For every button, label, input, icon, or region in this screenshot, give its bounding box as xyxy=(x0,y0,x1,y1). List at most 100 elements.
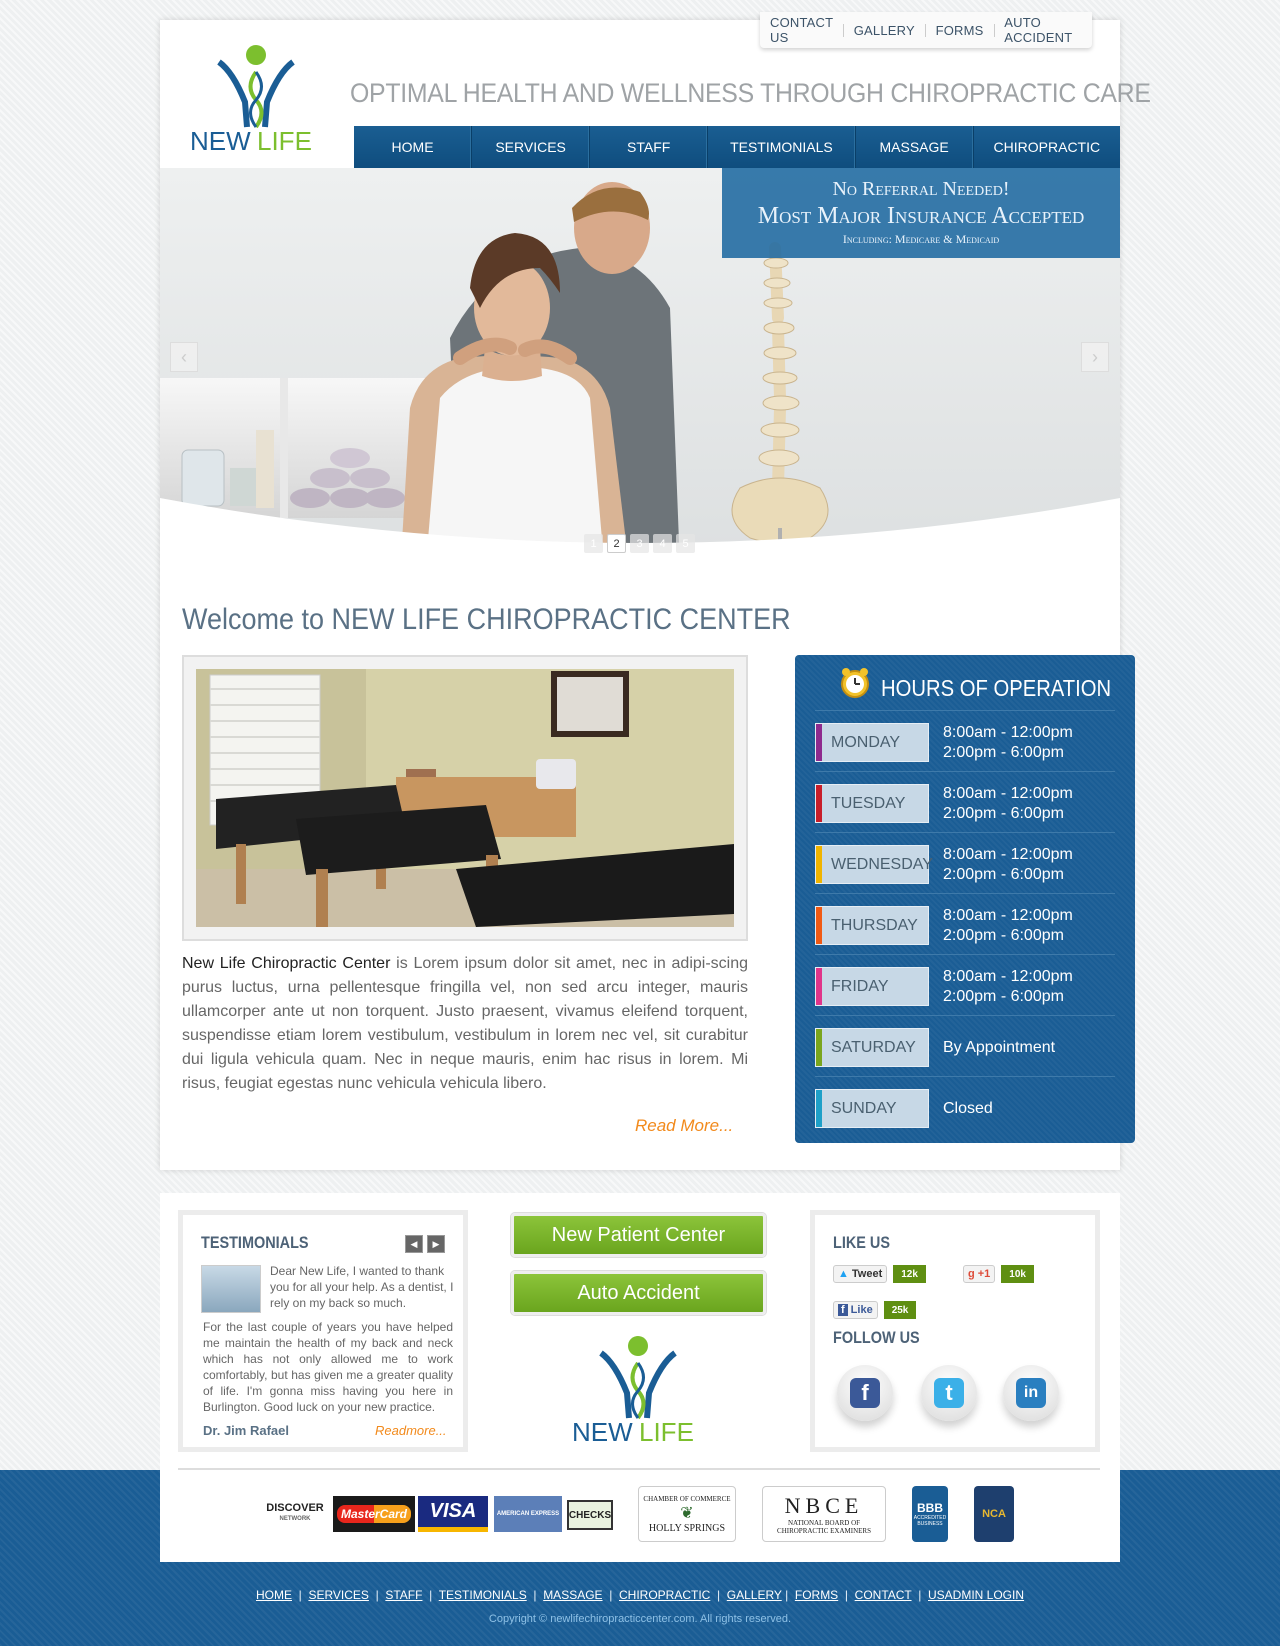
facebook-icon: f xyxy=(850,1378,880,1408)
slider-dot[interactable]: 1 xyxy=(584,534,603,553)
amex-card: AMERICAN EXPRESS xyxy=(494,1496,562,1532)
read-more-link[interactable]: Read More... xyxy=(635,1116,733,1136)
mastercard-card: MasterCard xyxy=(333,1496,415,1532)
office-photo xyxy=(196,669,734,927)
slider-prev-button[interactable]: ‹ xyxy=(170,342,198,372)
holly-springs-label: HOLLY SPRINGS xyxy=(648,1522,726,1534)
footer-link-home[interactable]: HOME xyxy=(256,1588,292,1602)
discover-label: DISCOVER xyxy=(266,1502,324,1514)
hours-row-wednesday: WEDNESDAY 8:00am - 12:00pm 2:00pm - 6:00p… xyxy=(815,832,1115,893)
top-link-auto-accident[interactable]: AUTO ACCIDENT xyxy=(994,15,1092,45)
checks-label: CHECKS xyxy=(568,1509,612,1521)
slider-next-button[interactable]: › xyxy=(1081,342,1109,372)
logo-word-life: LIFE xyxy=(639,1417,694,1447)
day-name: SATURDAY xyxy=(831,1038,916,1056)
day-label: MONDAY xyxy=(815,723,929,762)
day-label: THURSDAY xyxy=(815,906,929,945)
testimonial-prev-button[interactable]: ◀ xyxy=(405,1235,423,1253)
day-hours: 8:00am - 12:00pm 2:00pm - 6:00pm xyxy=(943,906,1073,946)
facebook-follow-button[interactable]: f xyxy=(837,1365,893,1421)
bbb-sub: ACCREDITED BUSINESS xyxy=(913,1515,947,1527)
slider-dot[interactable]: 3 xyxy=(630,534,649,553)
twitter-follow-button[interactable]: t xyxy=(921,1365,977,1421)
hours-afternoon: 2:00pm - 6:00pm xyxy=(943,744,1064,761)
footer-link-gallery[interactable]: GALLERY xyxy=(727,1588,782,1602)
hours-afternoon: 2:00pm - 6:00pm xyxy=(943,988,1064,1005)
nca-label: NCA xyxy=(982,1508,1006,1520)
linkedin-icon: in xyxy=(1016,1378,1046,1408)
twitter-bird-icon: ▲ xyxy=(838,1268,849,1280)
chamber-label: CHAMBER OF COMMERCE xyxy=(643,1494,731,1503)
day-hours: Closed xyxy=(943,1100,993,1117)
tweet-label: Tweet xyxy=(851,1268,883,1280)
tweet-count: 12k xyxy=(893,1265,926,1283)
google-icon: g xyxy=(968,1268,975,1280)
welcome-title: Welcome to NEW LIFE CHIROPRACTIC CENTER xyxy=(182,603,791,636)
top-link-forms[interactable]: FORMS xyxy=(926,23,994,38)
gplus-widget[interactable]: g +1 10k xyxy=(963,1265,1034,1283)
day-color-bar xyxy=(816,968,822,1005)
gplus-button[interactable]: g +1 xyxy=(963,1265,996,1283)
slider-dot[interactable]: 4 xyxy=(653,534,672,553)
day-label: SATURDAY xyxy=(815,1028,929,1067)
like-widget[interactable]: f Like 25k xyxy=(833,1301,917,1319)
footer-link-forms[interactable]: FORMS xyxy=(795,1588,838,1602)
tweet-widget[interactable]: ▲ Tweet 12k xyxy=(833,1265,926,1283)
hours-afternoon: 2:00pm - 6:00pm xyxy=(943,805,1064,822)
day-hours: By Appointment xyxy=(943,1039,1056,1056)
day-color-bar xyxy=(816,907,822,944)
hours-morning: 8:00am - 12:00pm xyxy=(943,846,1073,863)
hours-row-saturday: SATURDAY By Appointment xyxy=(815,1015,1115,1076)
site-logo[interactable]: NEW LIFE xyxy=(185,42,325,157)
nav-services[interactable]: SERVICES xyxy=(472,126,591,168)
hours-title: HOURS OF OPERATION xyxy=(881,675,1112,701)
nav-home[interactable]: HOME xyxy=(354,126,473,168)
slider-dot[interactable]: 5 xyxy=(676,534,695,553)
day-color-bar xyxy=(816,1029,822,1066)
bbb-label: BBB xyxy=(917,1501,943,1515)
like-button[interactable]: f Like xyxy=(833,1301,878,1319)
hours-row-friday: FRIDAY 8:00am - 12:00pm 2:00pm - 6:00pm xyxy=(815,954,1115,1015)
footer-link-testimonials[interactable]: TESTIMONIALS xyxy=(439,1588,527,1602)
tweet-button[interactable]: ▲ Tweet xyxy=(833,1265,888,1283)
nav-chiropractic[interactable]: CHIROPRACTIC xyxy=(974,126,1120,168)
footer-link-staff[interactable]: STAFF xyxy=(385,1588,422,1602)
day-color-bar xyxy=(816,846,822,883)
new-patient-center-button[interactable]: New Patient Center xyxy=(511,1213,766,1257)
top-link-gallery[interactable]: GALLERY xyxy=(844,23,925,38)
top-link-contact-us[interactable]: CONTACT US xyxy=(760,15,843,45)
footer-link-usadmin-login[interactable]: USADMIN LOGIN xyxy=(928,1588,1024,1602)
linkedin-follow-button[interactable]: in xyxy=(1003,1365,1059,1421)
nbce-label: NBCE xyxy=(784,1493,864,1518)
nav-massage[interactable]: MASSAGE xyxy=(856,126,974,168)
testimonials-title: TESTIMONIALS xyxy=(201,1233,309,1252)
day-name: SUNDAY xyxy=(831,1099,897,1117)
slider-dot-active[interactable]: 2 xyxy=(607,534,626,553)
auto-accident-button[interactable]: Auto Accident xyxy=(511,1271,766,1315)
footer-logo: NEW LIFE xyxy=(567,1333,707,1448)
hours-row-tuesday: TUESDAY 8:00am - 12:00pm 2:00pm - 6:00pm xyxy=(815,771,1115,832)
hours-morning: 8:00am - 12:00pm xyxy=(943,968,1073,985)
footer-link-massage[interactable]: MASSAGE xyxy=(543,1588,602,1602)
testimonial-readmore-link[interactable]: Readmore... xyxy=(375,1423,447,1438)
site-tagline: OPTIMAL HEALTH AND WELLNESS THROUGH CHIR… xyxy=(350,78,1151,108)
like-us-title: LIKE US xyxy=(833,1233,891,1252)
intro-paragraph: New Life Chiropractic Center is Lorem ip… xyxy=(182,952,748,1096)
logo-figure-icon: NEW LIFE xyxy=(572,1336,694,1447)
testimonial-avatar xyxy=(201,1265,261,1313)
banner-line-3: Including: Medicare & Medicaid xyxy=(842,232,1000,246)
hours-morning: 8:00am - 12:00pm xyxy=(943,724,1073,741)
footer-nav: HOME | SERVICES | STAFF | TESTIMONIALS |… xyxy=(255,1588,1025,1602)
social-box: LIKE US ▲ Tweet 12k g +1 10k f Like 25k FOL… xyxy=(810,1210,1100,1452)
office-photo-frame xyxy=(182,655,748,941)
footer-link-chiropractic[interactable]: CHIROPRACTIC xyxy=(619,1588,710,1602)
nav-staff[interactable]: STAFF xyxy=(590,126,709,168)
hours-morning: 8:00am - 12:00pm xyxy=(943,785,1073,802)
hours-row-thursday: THURSDAY 8:00am - 12:00pm 2:00pm - 6:00pm xyxy=(815,893,1115,954)
day-name: THURSDAY xyxy=(831,916,918,934)
footer-link-contact[interactable]: CONTACT xyxy=(855,1588,912,1602)
footer-link-services[interactable]: SERVICES xyxy=(308,1588,368,1602)
testimonial-next-button[interactable]: ▶ xyxy=(427,1235,445,1253)
nav-testimonials[interactable]: TESTIMONIALS xyxy=(708,126,856,168)
day-hours: 8:00am - 12:00pm 2:00pm - 6:00pm xyxy=(943,967,1073,1007)
